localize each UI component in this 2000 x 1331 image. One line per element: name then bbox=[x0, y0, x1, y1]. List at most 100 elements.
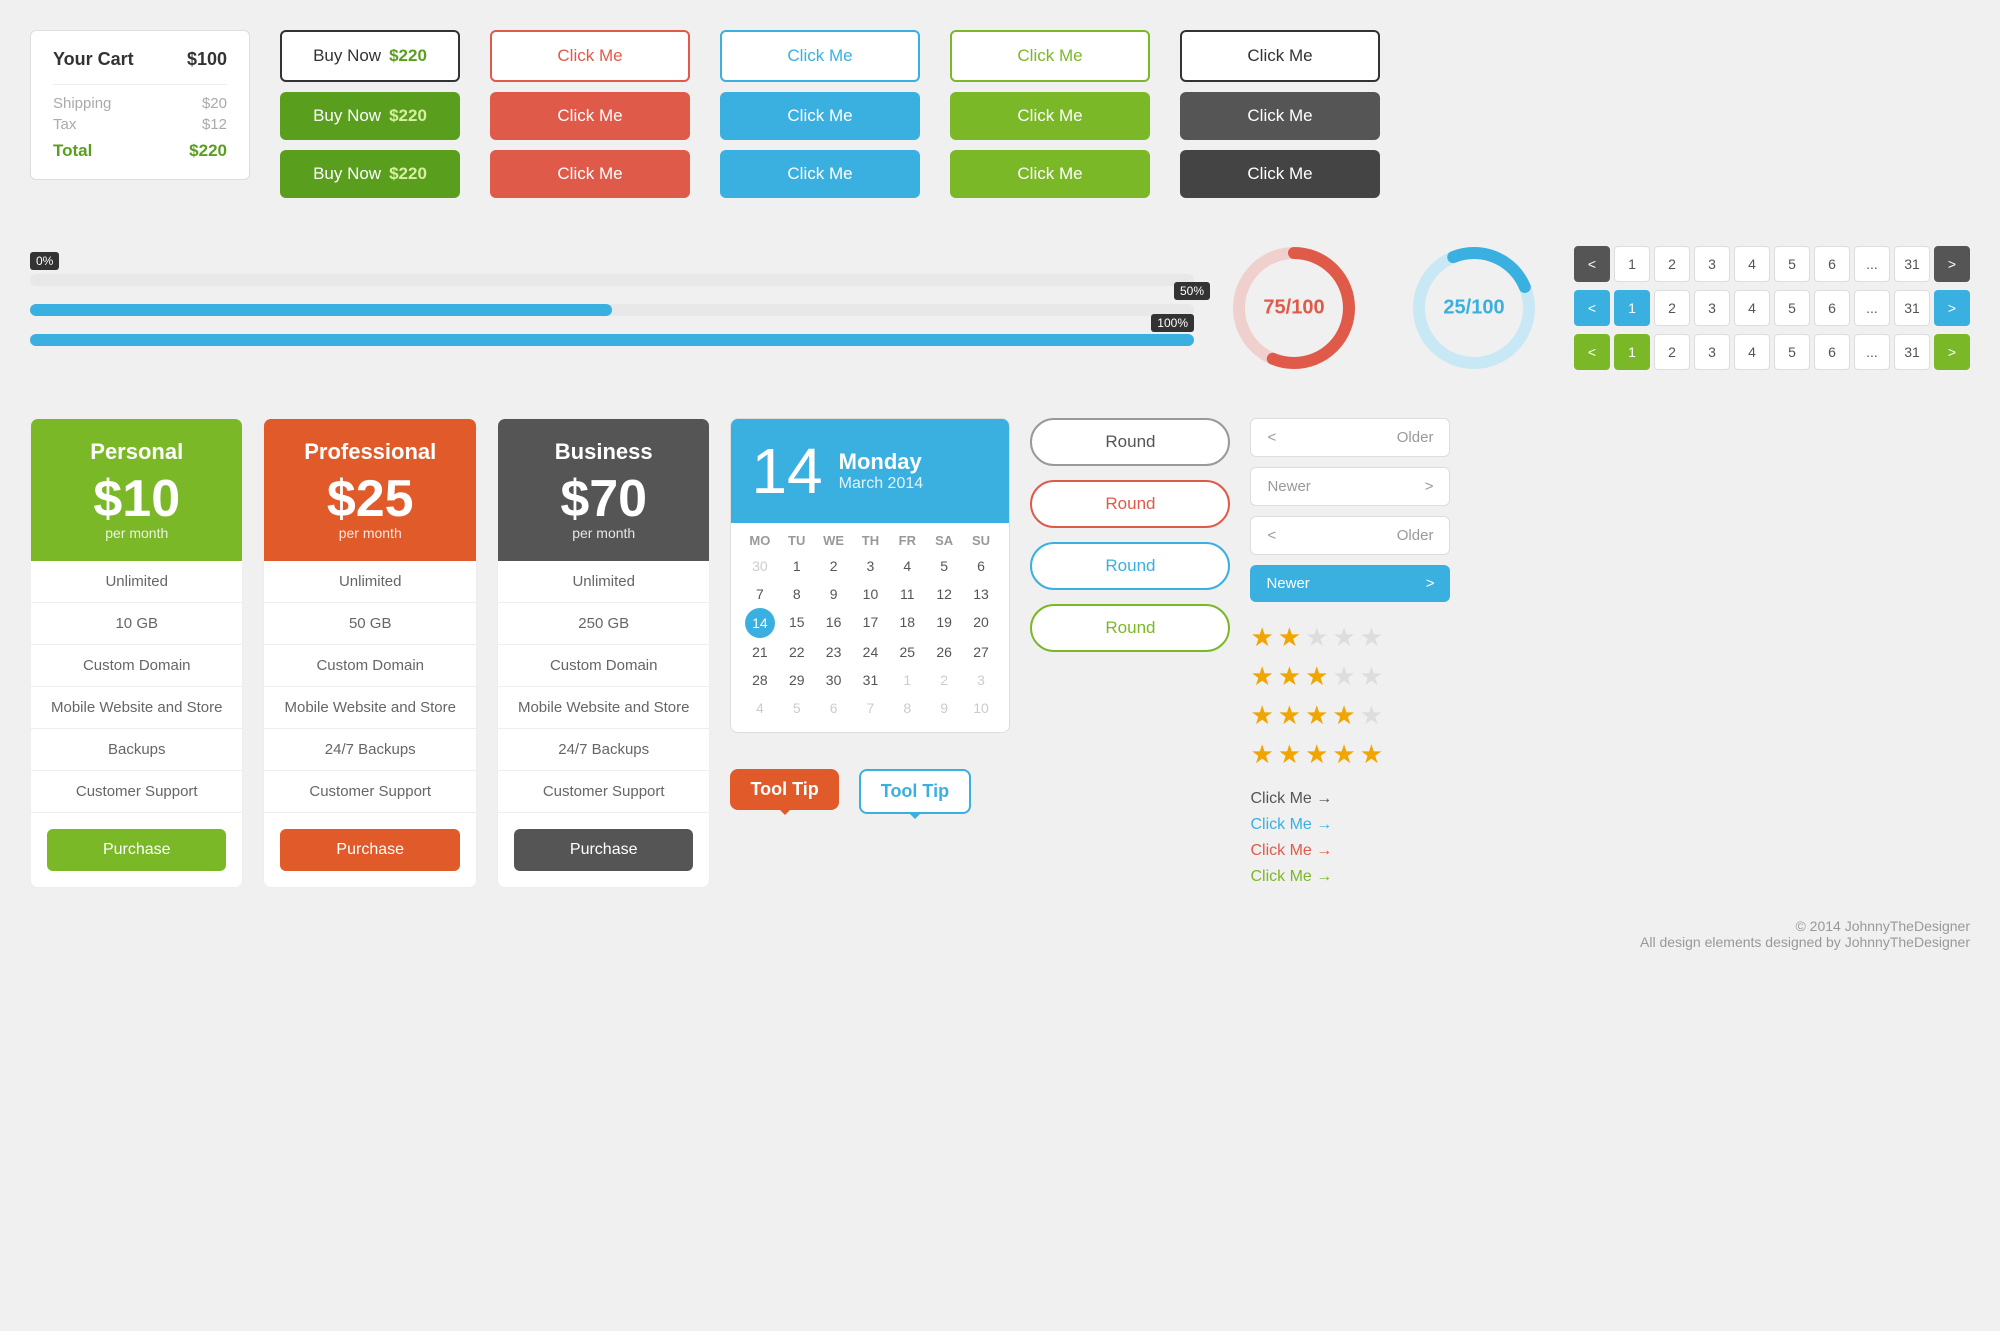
next-btn-2[interactable]: > bbox=[1934, 290, 1970, 326]
buy-now-green2-btn[interactable]: Buy Now $220 bbox=[280, 150, 460, 198]
round-red-btn[interactable]: Round bbox=[1030, 480, 1230, 528]
red-solid-btn2[interactable]: Click Me bbox=[490, 150, 690, 198]
star-row-2: ★ ★ ★ ★ ★ bbox=[1250, 622, 1450, 653]
prev-btn-3[interactable]: < bbox=[1574, 334, 1610, 370]
round-blue-btn[interactable]: Round bbox=[1030, 542, 1230, 590]
footer-sub: All design elements designed by JohnnyTh… bbox=[30, 934, 1970, 950]
buy-now-green2-price: $220 bbox=[389, 164, 427, 184]
red-solid-btn1[interactable]: Click Me bbox=[490, 92, 690, 140]
tax-label: Tax bbox=[53, 116, 76, 133]
pricing-personal-header: Personal $10 per month bbox=[31, 419, 242, 561]
nav-prev-icon-1: < bbox=[1267, 429, 1276, 446]
link-green[interactable]: Click Me → bbox=[1250, 868, 1450, 886]
next-btn-1[interactable]: > bbox=[1934, 246, 1970, 282]
green-solid-btn2[interactable]: Click Me bbox=[950, 150, 1150, 198]
page-btn-2-5[interactable]: 5 bbox=[1774, 290, 1810, 326]
main-container: Your Cart $100 Shipping $20 Tax $12 Tota… bbox=[30, 30, 1970, 950]
round-gray-btn[interactable]: Round bbox=[1030, 418, 1230, 466]
pricing-personal-price: $10 bbox=[51, 473, 222, 525]
calendar-day-name: Monday bbox=[839, 449, 924, 475]
red-outline-btn[interactable]: Click Me bbox=[490, 30, 690, 82]
cart-total-row: Total $220 bbox=[53, 141, 227, 161]
progress-fill-100 bbox=[30, 334, 1194, 346]
dark-solid-btn1[interactable]: Click Me bbox=[1180, 92, 1380, 140]
page-btn-2-4[interactable]: 4 bbox=[1734, 290, 1770, 326]
page-btn-3-1[interactable]: 1 bbox=[1614, 334, 1650, 370]
total-value: $220 bbox=[189, 141, 227, 161]
feature-biz-5: 24/7 Backups bbox=[498, 729, 709, 771]
calendar-today[interactable]: 14 bbox=[745, 608, 775, 638]
page-btn-3-3[interactable]: 3 bbox=[1694, 334, 1730, 370]
page-btn-3-6[interactable]: 6 bbox=[1814, 334, 1850, 370]
feature-p-5: Backups bbox=[31, 729, 242, 771]
page-btn-2-31[interactable]: 31 bbox=[1894, 290, 1930, 326]
page-btn-1-2[interactable]: 2 bbox=[1654, 246, 1690, 282]
blue-solid-btn2[interactable]: Click Me bbox=[720, 150, 920, 198]
page-btn-3-4[interactable]: 4 bbox=[1734, 334, 1770, 370]
blue-solid-btn1[interactable]: Click Me bbox=[720, 92, 920, 140]
nav-prev-icon-2: < bbox=[1267, 527, 1276, 544]
pagination-row-3: < 1 2 3 4 5 6 ... 31 > bbox=[1574, 334, 1970, 370]
page-btn-1-5[interactable]: 5 bbox=[1774, 246, 1810, 282]
calendar-day-num: 14 bbox=[751, 439, 822, 503]
page-btn-2-6[interactable]: 6 bbox=[1814, 290, 1850, 326]
pricing-business-price: $70 bbox=[518, 473, 689, 525]
page-btn-2-3[interactable]: 3 bbox=[1694, 290, 1730, 326]
feature-pro-1: Unlimited bbox=[264, 561, 475, 603]
green-btn-col: Click Me Click Me Click Me bbox=[950, 30, 1150, 198]
buy-now-green1-btn[interactable]: Buy Now $220 bbox=[280, 92, 460, 140]
red-btn-col: Click Me Click Me Click Me bbox=[490, 30, 690, 198]
nav-newer-2[interactable]: Newer > bbox=[1250, 565, 1450, 602]
right-col: < Older Newer > < Older Newer > bbox=[1250, 418, 1450, 886]
star-row-3: ★ ★ ★ ★ ★ bbox=[1250, 661, 1450, 692]
nav-newer-1[interactable]: Newer > bbox=[1250, 467, 1450, 506]
purchase-professional-btn[interactable]: Purchase bbox=[280, 829, 459, 871]
dark-solid-btn2[interactable]: Click Me bbox=[1180, 150, 1380, 198]
page-btn-1-1[interactable]: 1 bbox=[1614, 246, 1650, 282]
prev-btn-1[interactable]: < bbox=[1574, 246, 1610, 282]
green-solid-btn1[interactable]: Click Me bbox=[950, 92, 1150, 140]
link-red[interactable]: Click Me → bbox=[1250, 842, 1450, 860]
blue-btn-col: Click Me Click Me Click Me bbox=[720, 30, 920, 198]
tooltip-section: Tool Tip Tool Tip bbox=[730, 769, 1010, 814]
progress-item-50: 50% bbox=[30, 304, 1194, 316]
page-btn-2-2[interactable]: 2 bbox=[1654, 290, 1690, 326]
cart-title: Your Cart bbox=[53, 49, 134, 70]
cart-tax-row: Tax $12 bbox=[53, 116, 227, 133]
purchase-business-btn[interactable]: Purchase bbox=[514, 829, 693, 871]
page-btn-1-3[interactable]: 3 bbox=[1694, 246, 1730, 282]
pricing-business-features: Unlimited 250 GB Custom Domain Mobile We… bbox=[498, 561, 709, 813]
blue-outline-btn[interactable]: Click Me bbox=[720, 30, 920, 82]
tooltip-blue: Tool Tip bbox=[859, 769, 971, 814]
nav-older-1[interactable]: < Older bbox=[1250, 418, 1450, 457]
progress-handle-50-label: 50% bbox=[1174, 282, 1210, 300]
calendar-day-info: Monday March 2014 bbox=[839, 449, 924, 493]
feature-biz-4: Mobile Website and Store bbox=[498, 687, 709, 729]
page-btn-3-5[interactable]: 5 bbox=[1774, 334, 1810, 370]
page-btn-3-31[interactable]: 31 bbox=[1894, 334, 1930, 370]
progress-track-50: 50% bbox=[30, 304, 1194, 316]
star-row-4: ★ ★ ★ ★ ★ bbox=[1250, 700, 1450, 731]
star-ratings-section: ★ ★ ★ ★ ★ ★ ★ ★ ★ ★ ★ ★ ★ ★ bbox=[1250, 622, 1450, 770]
purchase-personal-btn[interactable]: Purchase bbox=[47, 829, 226, 871]
link-default[interactable]: Click Me → bbox=[1250, 790, 1450, 808]
page-btn-1-4[interactable]: 4 bbox=[1734, 246, 1770, 282]
cart-widget: Your Cart $100 Shipping $20 Tax $12 Tota… bbox=[30, 30, 250, 180]
buy-now-outline-btn[interactable]: Buy Now $220 bbox=[280, 30, 460, 82]
buy-now-green1-price: $220 bbox=[389, 106, 427, 126]
page-btn-3-2[interactable]: 2 bbox=[1654, 334, 1690, 370]
nav-older-2[interactable]: < Older bbox=[1250, 516, 1450, 555]
calendar-grid: MOTUWETHFRSASU 30 1 2 3 4 5 6 7 8 9 10 bbox=[731, 523, 1009, 732]
feature-p-1: Unlimited bbox=[31, 561, 242, 603]
prev-btn-2[interactable]: < bbox=[1574, 290, 1610, 326]
page-btn-1-31[interactable]: 31 bbox=[1894, 246, 1930, 282]
nav-older-2-label: Older bbox=[1397, 527, 1434, 544]
page-btn-2-1[interactable]: 1 bbox=[1614, 290, 1650, 326]
link-blue[interactable]: Click Me → bbox=[1250, 816, 1450, 834]
dark-outline-btn[interactable]: Click Me bbox=[1180, 30, 1380, 82]
next-btn-3[interactable]: > bbox=[1934, 334, 1970, 370]
green-outline-btn[interactable]: Click Me bbox=[950, 30, 1150, 82]
pagination-row-2: < 1 2 3 4 5 6 ... 31 > bbox=[1574, 290, 1970, 326]
page-btn-1-6[interactable]: 6 bbox=[1814, 246, 1850, 282]
round-green-btn[interactable]: Round bbox=[1030, 604, 1230, 652]
